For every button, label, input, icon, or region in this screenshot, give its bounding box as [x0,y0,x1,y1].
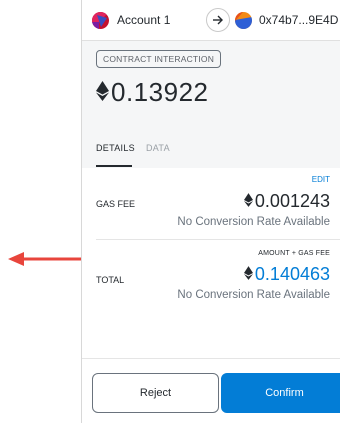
total-amount: 0.140463 [254,264,330,284]
transaction-header: Account 1 0x74b7...9E4D [82,0,340,41]
gas-fee-conversion: No Conversion Rate Available [177,216,330,228]
account-name[interactable]: Account 1 [117,13,170,27]
eth-diamond-icon [243,193,253,207]
edit-gas-link[interactable]: EDIT [312,175,330,184]
reject-button[interactable]: Reject [92,373,219,413]
transaction-amount-value: 0.13922 [111,77,209,107]
active-tab-indicator [96,165,132,167]
transaction-summary: CONTRACT INTERACTION 0.13922 DETAILS DAT… [82,41,340,168]
gas-fee-value: 0.001243 [243,191,330,212]
divider [96,239,340,240]
left-arrow-annotation-icon [8,252,81,266]
gas-fee-label: GAS FEE [96,199,136,209]
recipient-identicon [235,12,252,29]
total-label: TOTAL [96,275,125,285]
confirm-button[interactable]: Confirm [221,373,340,413]
account-identicon [92,12,109,29]
arrow-right-icon [206,8,230,32]
contract-interaction-badge: CONTRACT INTERACTION [96,50,222,68]
total-conversion: No Conversion Rate Available [177,289,330,301]
total-caption: AMOUNT + GAS FEE [258,250,330,257]
recipient-address[interactable]: 0x74b7...9E4D [259,13,338,27]
action-footer: Reject Confirm [82,358,340,424]
tab-details[interactable]: DETAILS [96,143,135,153]
eth-diamond-icon [96,81,109,101]
transaction-amount: 0.13922 [96,77,208,108]
gas-fee-amount: 0.001243 [254,191,330,211]
confirm-transaction-panel: Account 1 0x74b7...9E4D CONTRACT INTERAC… [81,0,340,423]
transaction-details: EDIT GAS FEE 0.001243 No Conversion Rate… [82,168,340,358]
total-value: 0.140463 [243,264,330,285]
tab-data[interactable]: DATA [146,143,170,153]
eth-diamond-icon [243,266,253,280]
